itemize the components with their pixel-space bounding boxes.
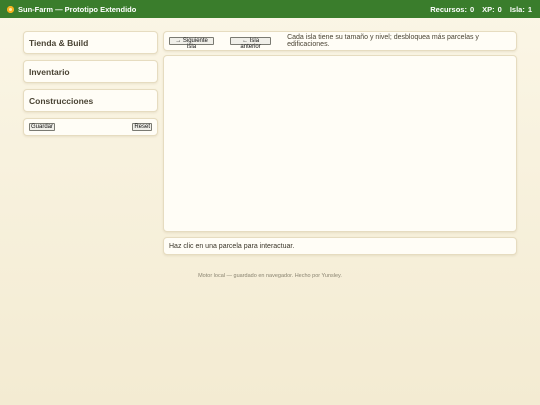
xp-label: XP:	[482, 4, 495, 14]
save-button[interactable]: Guardar	[29, 123, 56, 131]
status-message: Haz clic en una parcela para interactuar…	[169, 242, 295, 250]
xp-value: 0	[497, 4, 502, 14]
top-bar: Sun-Farm — Prototipo Extendido Recursos:…	[0, 0, 540, 18]
brand: Sun-Farm — Prototipo Extendido	[7, 5, 136, 14]
constructions-panel[interactable]: Construcciones	[23, 89, 158, 112]
sun-icon	[7, 5, 14, 13]
sidebar: Tienda & Build Inventario Construcciones…	[23, 31, 158, 136]
inventory-panel[interactable]: Inventario	[23, 60, 158, 83]
farm-board[interactable]	[163, 55, 517, 232]
reset-button[interactable]: Reset	[132, 123, 152, 131]
app-title: Sun-Farm — Prototipo Extendido	[18, 4, 137, 14]
inventory-title: Inventario	[29, 66, 70, 77]
island-label: Isla:	[509, 4, 525, 14]
resources-stat: Recursos: 0	[430, 5, 474, 14]
resources-label: Recursos:	[430, 4, 467, 14]
constructions-title: Construcciones	[29, 95, 94, 106]
shop-build-title: Tienda & Build	[29, 37, 89, 48]
island-value: 1	[527, 4, 532, 14]
save-reset-panel: Guardar Reset	[23, 118, 158, 136]
xp-stat: XP: 0	[482, 5, 502, 14]
status-bar: Haz clic en una parcela para interactuar…	[163, 237, 517, 255]
footer-text: Motor local — guardado en navegador. Hec…	[198, 273, 342, 279]
island-hint: Cada isla tiene su tamaño y nivel; desbl…	[287, 34, 479, 48]
island-toolbar: → Siguiente isla ← Isla anterior Cada is…	[163, 31, 517, 51]
shop-build-panel[interactable]: Tienda & Build	[23, 31, 158, 54]
stats: Recursos: 0 XP: 0 Isla: 1	[430, 5, 532, 14]
next-island-button[interactable]: → Siguiente isla	[169, 37, 215, 50]
prev-island-button[interactable]: ← Isla anterior	[230, 37, 272, 50]
island-stat: Isla: 1	[510, 5, 532, 14]
main-area: → Siguiente isla ← Isla anterior Cada is…	[163, 31, 517, 255]
resources-value: 0	[469, 4, 475, 14]
